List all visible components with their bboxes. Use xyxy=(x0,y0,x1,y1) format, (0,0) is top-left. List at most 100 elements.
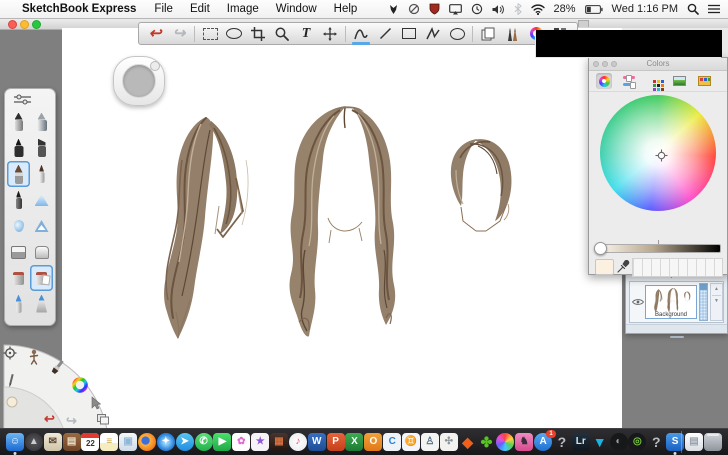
dock-documents-stack[interactable]: ▤ xyxy=(680,431,703,453)
brush-ink-pen[interactable] xyxy=(7,187,30,213)
time-machine-menu-icon[interactable] xyxy=(471,3,483,15)
brush-blue-flask[interactable] xyxy=(30,291,53,317)
layer-opacity-slider[interactable] xyxy=(699,283,708,321)
swatch-grid[interactable] xyxy=(632,258,723,277)
layer-reorder-control[interactable]: ▲ ▼ xyxy=(710,283,723,321)
marquee-select-tool[interactable] xyxy=(199,24,221,43)
brush-hard-eraser[interactable] xyxy=(7,239,30,265)
dock-triangle-app[interactable]: ▼ xyxy=(591,433,609,451)
tab-palettes[interactable] xyxy=(646,73,662,89)
brush-smear[interactable] xyxy=(30,187,53,213)
dock-green-fairy-app[interactable]: ✤ xyxy=(477,433,495,451)
lagoon-color-puck[interactable] xyxy=(6,396,18,408)
current-color-swatch[interactable] xyxy=(595,259,614,275)
layer-thumbnail[interactable]: Background xyxy=(645,285,697,319)
duplicate-tool[interactable] xyxy=(477,24,499,43)
redo-button[interactable]: ↪ xyxy=(168,24,190,43)
dock-lightroom[interactable]: Lr xyxy=(571,433,590,451)
eyedropper-icon[interactable] xyxy=(617,260,630,273)
menu-help[interactable]: Help xyxy=(334,3,358,15)
dock-outlook[interactable]: O xyxy=(364,433,383,451)
brush-chisel[interactable] xyxy=(30,135,53,161)
tab-color-wheel[interactable] xyxy=(596,73,612,89)
dock-observer-app[interactable]: ♙ xyxy=(420,433,439,451)
menu-edit[interactable]: Edit xyxy=(190,3,210,15)
dock-preview-app[interactable]: ▣ xyxy=(119,433,138,451)
polyline-tool[interactable] xyxy=(422,24,444,43)
layer-visibility-eye-icon[interactable] xyxy=(632,298,644,306)
colors-panel-title-bar[interactable]: Colors xyxy=(589,58,727,71)
dock-missing-app-2[interactable]: ? xyxy=(647,433,665,451)
wifi-menu-icon[interactable] xyxy=(530,3,545,15)
dock-launchpad[interactable]: ▲ xyxy=(24,433,43,451)
lagoon-redo-button[interactable]: ↪ xyxy=(66,413,77,429)
color-crosshair[interactable] xyxy=(655,149,668,162)
zoom-window-button[interactable] xyxy=(32,20,41,29)
move-tool[interactable] xyxy=(319,24,341,43)
spotlight-search-icon[interactable] xyxy=(687,3,699,15)
dock-pixel-game[interactable]: ▦ xyxy=(270,433,289,451)
brush-water-drop[interactable] xyxy=(7,213,30,239)
menu-clock[interactable]: Wed 1:16 PM xyxy=(612,3,678,15)
dock-c-app[interactable]: C xyxy=(383,433,402,451)
dock-notes[interactable]: ≡ xyxy=(100,433,119,451)
brush-pencil[interactable] xyxy=(7,109,30,135)
notification-center-icon[interactable] xyxy=(708,4,720,14)
crop-tool[interactable] xyxy=(247,24,269,43)
close-window-button[interactable] xyxy=(8,20,17,29)
brush-detail[interactable] xyxy=(30,161,53,187)
dock-missing-app-1[interactable]: ? xyxy=(553,433,571,451)
curve-tool-selected[interactable] xyxy=(350,24,372,45)
dock-satellite-app[interactable]: ✣ xyxy=(439,433,458,451)
menu-image[interactable]: Image xyxy=(227,3,259,15)
dock-photos-pinwheel[interactable]: ✿ xyxy=(232,433,251,451)
brush-paintbrush-selected[interactable] xyxy=(7,161,30,187)
minimize-window-button[interactable] xyxy=(20,20,29,29)
lasso-select-tool[interactable] xyxy=(223,24,245,43)
dock-trash[interactable] xyxy=(703,433,722,451)
layer-row[interactable]: Background ▲ ▼ xyxy=(629,281,724,323)
dock-facetime[interactable]: ▶ xyxy=(213,433,232,451)
dock-whatsapp[interactable]: ✆ xyxy=(194,433,213,451)
panel-zoom-button[interactable] xyxy=(611,61,617,67)
dock-star-app[interactable]: ★ xyxy=(251,433,270,451)
dock-app-store[interactable]: A 1 xyxy=(534,430,557,451)
brush-soft-eraser[interactable] xyxy=(30,239,53,265)
volume-menu-icon[interactable] xyxy=(492,4,505,15)
circle-slash-menu-icon[interactable] xyxy=(408,3,420,15)
dock-calendar[interactable]: 22 xyxy=(81,433,100,451)
dock-word[interactable]: W xyxy=(307,433,326,451)
dock-pink-app[interactable]: ♞ xyxy=(515,433,534,451)
brush-airbrush[interactable] xyxy=(30,109,53,135)
dock-mail[interactable]: ✉ xyxy=(43,433,62,451)
lagoon-undo-button[interactable]: ↩ xyxy=(44,411,55,427)
brush-settings-button[interactable] xyxy=(5,89,55,109)
brush-paint-can[interactable] xyxy=(7,265,30,291)
menu-file[interactable]: File xyxy=(154,3,173,15)
layers-panel-footer[interactable] xyxy=(626,324,727,338)
dock-powerpoint[interactable]: P xyxy=(326,433,345,451)
bluetooth-menu-icon[interactable] xyxy=(514,3,522,15)
dock-dark-dial-app[interactable]: ◐ xyxy=(609,433,628,451)
lagoon-corner-widget[interactable] xyxy=(0,328,130,428)
panel-close-button[interactable] xyxy=(593,61,599,67)
dock-finder[interactable]: ☺ xyxy=(6,433,24,451)
undo-button[interactable]: ↩ xyxy=(144,24,166,43)
brush-blue-tip[interactable] xyxy=(7,291,30,317)
tab-image-palettes[interactable] xyxy=(671,73,687,89)
brush-marker[interactable] xyxy=(7,135,30,161)
ellipse-tool[interactable] xyxy=(446,24,468,43)
dock-contacts[interactable]: ▤ xyxy=(62,433,81,451)
rectangle-tool[interactable] xyxy=(398,24,420,43)
tab-sliders[interactable] xyxy=(621,73,637,89)
luminance-knob[interactable] xyxy=(594,242,607,255)
dock-firefox[interactable] xyxy=(138,433,157,451)
zoom-tool[interactable] xyxy=(271,24,293,43)
text-tool[interactable]: T xyxy=(295,24,317,43)
dock-itunes[interactable]: ♪ xyxy=(288,433,307,451)
dock-people-app[interactable]: ♊ xyxy=(402,433,421,451)
brush-editor-button[interactable] xyxy=(501,24,523,43)
brush-sharpen[interactable] xyxy=(30,213,53,239)
shield-menu-icon[interactable] xyxy=(429,3,440,15)
tab-crayons[interactable] xyxy=(696,73,712,89)
